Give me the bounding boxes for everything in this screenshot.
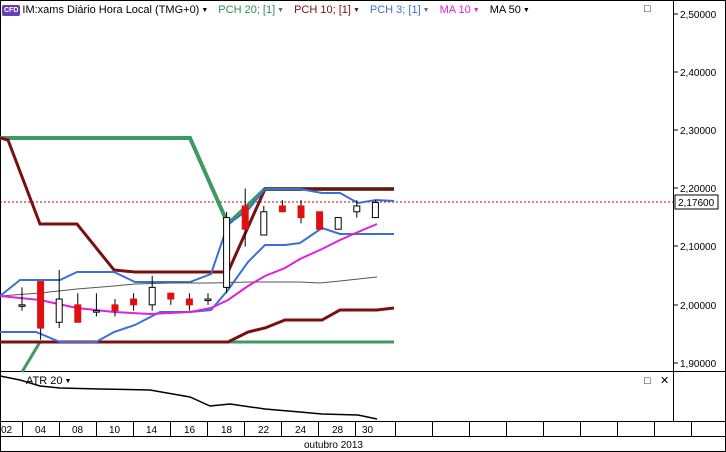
chart-header: CFD IM:xams Diário Hora Local (TMG+0) ▼ P… — [2, 2, 530, 18]
indicator-pch10[interactable]: PCH 10; [1] ▼ — [294, 4, 360, 16]
indicator-pch20[interactable]: PCH 20; [1] ▼ — [218, 4, 284, 16]
day-label: 30 — [362, 425, 374, 436]
price-tick: 2,00000 — [680, 301, 717, 312]
candle-up[interactable] — [334, 217, 342, 230]
candle-down[interactable] — [37, 281, 45, 329]
price-tick: 2,50000 — [680, 10, 717, 21]
indicator-label: MA 50 — [489, 4, 521, 16]
day-label: 14 — [146, 425, 158, 436]
close-icon[interactable]: ✕ — [660, 375, 669, 387]
candle-down[interactable] — [111, 304, 119, 312]
atr-label[interactable]: ATR 20 — [26, 375, 62, 387]
candle-down[interactable] — [74, 304, 82, 323]
indicator-ma50[interactable]: MA 50 ▼ — [490, 4, 530, 16]
candle-down[interactable] — [241, 205, 249, 230]
day-label: 04 — [35, 425, 47, 436]
day-label: 28 — [332, 425, 344, 436]
day-label: 08 — [72, 425, 84, 436]
candle-down[interactable] — [185, 298, 193, 306]
cfd-badge: CFD — [2, 4, 21, 16]
maximize-icon[interactable]: □ — [644, 3, 651, 15]
symbol-dropdown-icon[interactable]: ▼ — [201, 7, 208, 14]
chevron-down-icon[interactable]: ▼ — [353, 7, 360, 14]
candle-down[interactable] — [167, 292, 175, 300]
candle-up[interactable] — [55, 298, 63, 323]
chevron-down-icon[interactable]: ▼ — [423, 7, 430, 14]
indicator-label: PCH 20; [1] — [218, 4, 276, 16]
candle-up[interactable] — [223, 217, 231, 288]
day-label: 24 — [295, 425, 307, 436]
indicator-pch3[interactable]: PCH 3; [1] ▼ — [370, 4, 430, 16]
candle-up[interactable] — [260, 211, 268, 236]
candle-up[interactable] — [92, 310, 100, 313]
price-tick: 2,40000 — [680, 68, 717, 79]
pch20-lower-line — [20, 340, 394, 373]
price-tick: 2,30000 — [680, 126, 717, 137]
candle-up[interactable] — [353, 205, 361, 213]
chevron-down-icon[interactable]: ▼ — [473, 7, 480, 14]
indicator-label: PCH 10; [1] — [294, 4, 351, 16]
current-price-label: 2,17600 — [678, 198, 715, 209]
price-tick: 1,90000 — [680, 359, 717, 370]
day-label: 02 — [1, 425, 13, 436]
indicator-label: MA 10 — [439, 4, 471, 16]
candle-down[interactable] — [278, 205, 286, 213]
day-label: 16 — [184, 425, 196, 436]
chart-canvas[interactable]: 2,50000 2,40000 2,30000 2,20000 2,10000 … — [0, 0, 726, 452]
month-label: outubro 2013 — [304, 440, 363, 451]
chevron-down-icon[interactable]: ▼ — [523, 7, 530, 14]
price-tick: 2,10000 — [680, 242, 717, 253]
chevron-down-icon[interactable]: ▼ — [277, 7, 284, 14]
price-tick: 2,20000 — [680, 184, 717, 195]
candle-down[interactable] — [130, 298, 138, 306]
candle-up[interactable] — [18, 304, 26, 307]
day-label: 22 — [258, 425, 270, 436]
indicator-ma10[interactable]: MA 10 ▼ — [440, 4, 480, 16]
chevron-down-icon[interactable]: ▼ — [64, 378, 71, 385]
atr-header: ATR 20 ▼ — [26, 375, 71, 387]
day-label: 10 — [109, 425, 121, 436]
indicator-label: PCH 3; [1] — [369, 4, 421, 16]
maximize-icon[interactable]: □ — [644, 375, 651, 387]
candle-up[interactable] — [371, 201, 379, 219]
candle-up[interactable] — [148, 286, 156, 306]
symbol-title[interactable]: IM:xams Diário Hora Local (TMG+0) — [22, 4, 199, 16]
candle-up[interactable] — [204, 298, 212, 302]
pch20-upper-line — [0, 136, 394, 228]
day-label: 18 — [221, 425, 233, 436]
candle-down[interactable] — [316, 211, 324, 230]
candle-down[interactable] — [297, 205, 305, 219]
